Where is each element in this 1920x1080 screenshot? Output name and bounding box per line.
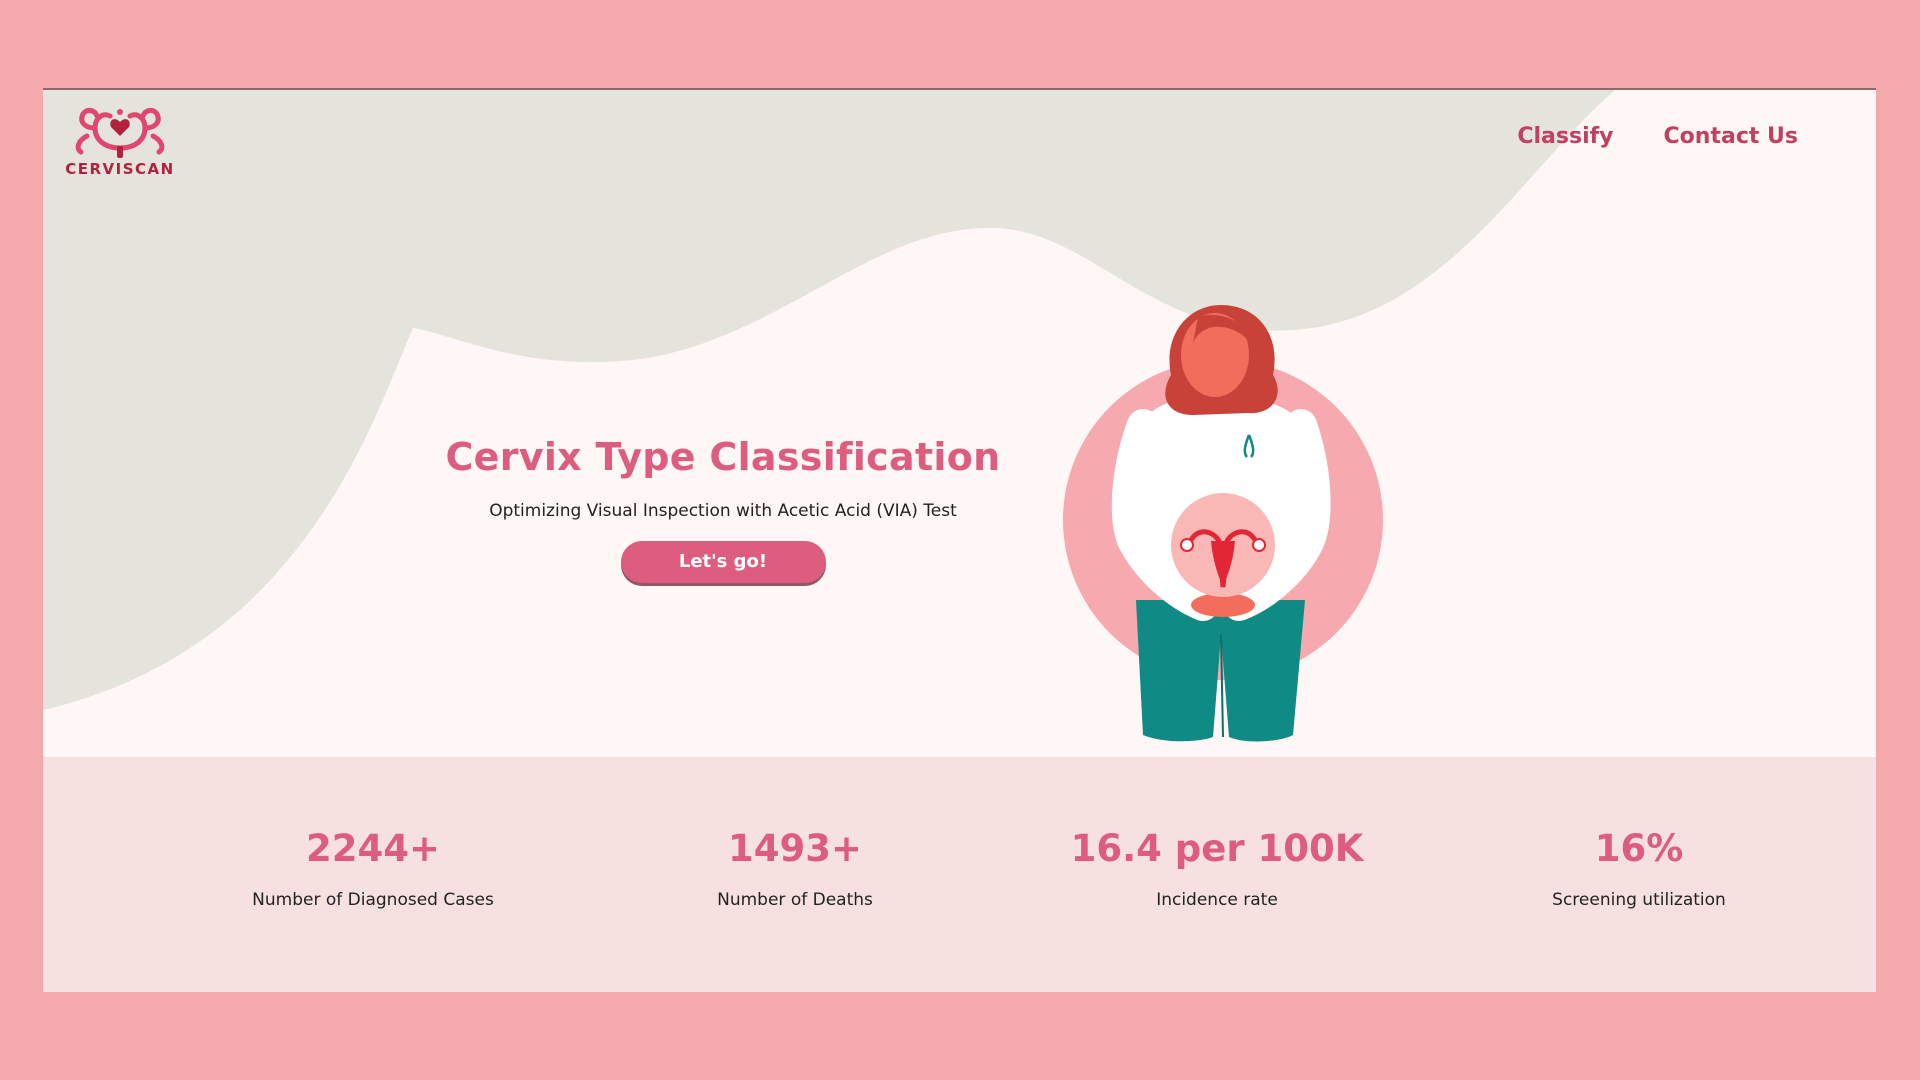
brand-name: CERVISCAN [65, 160, 175, 178]
hero-title: Cervix Type Classification [445, 435, 1001, 479]
main-nav: Classify Contact Us [1517, 124, 1798, 149]
stat-diagnosed-cases: 2244+ Number of Diagnosed Cases [163, 827, 583, 910]
stat-incidence-rate: 16.4 per 100K Incidence rate [1007, 827, 1427, 910]
stat-label: Incidence rate [1156, 890, 1278, 910]
stat-value: 1493+ [728, 827, 862, 870]
stat-deaths: 1493+ Number of Deaths [585, 827, 1005, 910]
stat-label: Screening utilization [1552, 890, 1726, 910]
stats-section: 2244+ Number of Diagnosed Cases 1493+ Nu… [43, 757, 1876, 992]
header: CERVISCAN Classify Contact Us [43, 90, 1876, 200]
stat-value: 16% [1594, 827, 1684, 870]
stat-label: Number of Deaths [717, 890, 873, 910]
stat-screening-utilization: 16% Screening utilization [1429, 827, 1849, 910]
hero-subtitle: Optimizing Visual Inspection with Acetic… [489, 501, 957, 521]
stat-value: 2244+ [306, 827, 440, 870]
lets-go-button[interactable]: Let's go! [620, 541, 826, 583]
nav-classify[interactable]: Classify [1517, 124, 1613, 149]
hero-section: Cervix Type Classification Optimizing Vi… [423, 435, 1023, 583]
brand-logo[interactable]: CERVISCAN [65, 100, 175, 180]
stat-value: 16.4 per 100K [1070, 827, 1364, 870]
nav-contact-us[interactable]: Contact Us [1664, 124, 1798, 149]
uterus-flower-logo-icon [75, 107, 165, 158]
page-frame: CERVISCAN Classify Contact Us Cervix Typ… [43, 88, 1876, 992]
stat-label: Number of Diagnosed Cases [252, 890, 494, 910]
woman-holding-uterus-illustration [1063, 305, 1383, 742]
